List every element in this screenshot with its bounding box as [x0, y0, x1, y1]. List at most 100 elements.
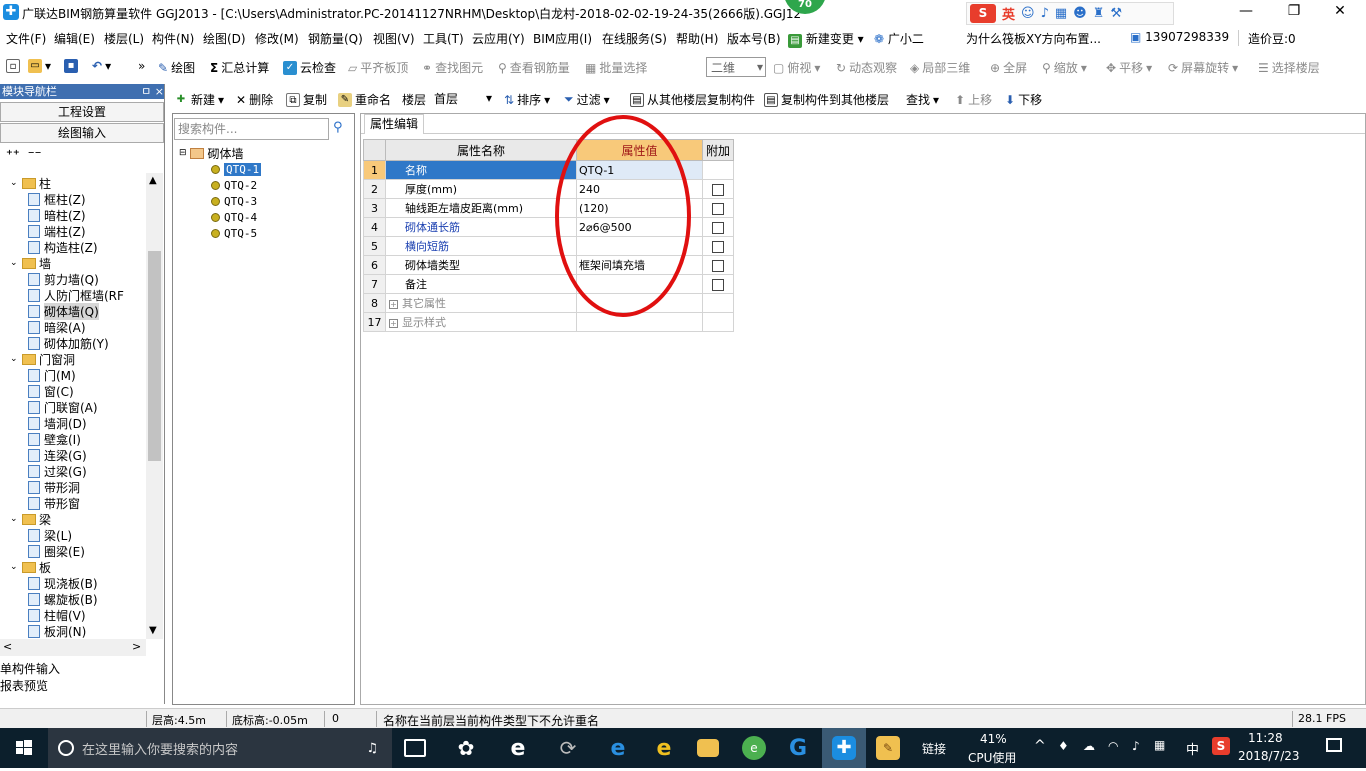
nav-tree-item[interactable]: 梁(L)	[28, 527, 72, 543]
nav-tree-item[interactable]: 门联窗(A)	[28, 399, 98, 415]
users-icon[interactable]: ☻	[1073, 6, 1087, 21]
component-item[interactable]: QTQ-2	[211, 177, 257, 193]
nav-tree-item[interactable]: 窗(C)	[28, 383, 74, 399]
copy-button[interactable]: ⧉ 复制	[286, 91, 327, 108]
ie-browser-icon[interactable]: e	[506, 736, 530, 761]
close-button[interactable]: ✕	[1320, 2, 1360, 22]
cloud-check-button[interactable]: ✓ 云检查	[283, 59, 336, 76]
link-label[interactable]: 链接	[922, 740, 946, 757]
notepad-icon[interactable]: ✎	[876, 736, 900, 760]
volume-icon[interactable]: ♪	[1132, 739, 1140, 753]
floor-select[interactable]: 首层 ▾	[432, 89, 492, 107]
property-name-cell[interactable]: 名称	[385, 160, 577, 180]
property-name-cell[interactable]: 备注	[385, 274, 577, 294]
sogou-tray-icon[interactable]: S	[1212, 737, 1230, 755]
nav-tree-item[interactable]: 壁龛(I)	[28, 431, 81, 447]
nav-tree-item[interactable]: 构造柱(Z)	[28, 239, 98, 255]
nav-tree-item[interactable]: 砌体加筋(Y)	[28, 335, 109, 351]
clock-date[interactable]: 2018/7/23	[1238, 749, 1300, 763]
batch-select-button[interactable]: ▦ 批量选择	[585, 59, 647, 76]
clock-time[interactable]: 11:28	[1248, 731, 1283, 745]
open-folder-icon[interactable]: ▭ ▾	[28, 59, 51, 73]
copy-to-floor-button[interactable]: ▤ 复制构件到其他楼层	[764, 91, 889, 108]
menu-online[interactable]: 在线服务(S)	[602, 30, 667, 47]
property-name-cell[interactable]: 砌体墙类型	[385, 255, 577, 275]
nav-tree-item[interactable]: 圈梁(E)	[28, 543, 85, 559]
nav-tree-item[interactable]: 门(M)	[28, 367, 76, 383]
extra-checkbox[interactable]	[712, 240, 724, 253]
nav-folder-item[interactable]: ⌄ 梁	[10, 511, 51, 527]
dynamic-view-button[interactable]: ↻ 动态观察	[836, 59, 897, 76]
nav-tree-item[interactable]: 现浇板(B)	[28, 575, 98, 591]
sogou-logo-icon[interactable]: S	[970, 4, 996, 23]
overflow-chevron-icon[interactable]: »	[138, 59, 145, 73]
spiral-app-icon[interactable]: ⟳	[556, 736, 580, 760]
menu-floor[interactable]: 楼层(L)	[104, 30, 144, 47]
menu-component[interactable]: 构件(N)	[152, 30, 194, 47]
nav-folder-item[interactable]: ⌄ 板	[10, 559, 51, 575]
rename-button[interactable]: ✎ 重命名	[338, 91, 391, 108]
local-3d-button[interactable]: ◈ 局部三维	[910, 59, 970, 76]
menu-help[interactable]: 帮助(H)	[676, 30, 718, 47]
nav-tree-item[interactable]: 柱帽(V)	[28, 607, 86, 623]
action-center-icon[interactable]	[1326, 738, 1342, 752]
component-item[interactable]: QTQ-4	[211, 209, 257, 225]
save-icon[interactable]: ▪	[64, 59, 78, 73]
menu-cloud[interactable]: 云应用(Y)	[472, 30, 525, 47]
move-down-button[interactable]: ⬇ 下移	[1005, 91, 1042, 108]
menu-rebar-quantity[interactable]: 钢筋量(Q)	[308, 30, 363, 47]
extra-checkbox[interactable]	[712, 183, 724, 196]
undo-icon[interactable]: ↶ ▾	[92, 59, 111, 73]
keyboard-icon[interactable]: ▦	[1055, 6, 1067, 21]
microphone-icon[interactable]: ♪	[1041, 6, 1049, 21]
ime-toolbar[interactable]: S 英 ☺ ♪ ▦ ☻ ♜ ⚒	[966, 2, 1174, 25]
ime-indicator[interactable]: 中	[1186, 739, 1199, 758]
expand-toggle-icon[interactable]: ⌄	[10, 562, 19, 572]
expand-toggle-icon[interactable]: ⌄	[10, 178, 19, 188]
cost-bean-balance[interactable]: 造价豆:0	[1248, 30, 1296, 47]
single-component-input-button[interactable]: 单构件输入	[0, 660, 165, 677]
fullscreen-button[interactable]: ⊕ 全屏	[990, 59, 1027, 76]
sort-button[interactable]: ⇅ 排序 ▾	[504, 91, 550, 108]
user-account[interactable]: ▣ 13907298339	[1130, 30, 1229, 44]
smiley-icon[interactable]: ☺	[1021, 6, 1035, 21]
glodon-ggj-taskbar-active[interactable]: ✚	[822, 728, 866, 768]
new-component-button[interactable]: ✚ 新建 ▾	[174, 91, 224, 108]
ime-mode-toggle[interactable]: 英	[1002, 4, 1015, 23]
property-name-cell[interactable]: + 显示样式	[385, 312, 577, 332]
nav-tree-item[interactable]: 暗柱(Z)	[28, 207, 86, 223]
menu-file[interactable]: 文件(F)	[6, 30, 46, 47]
expand-all-icon[interactable]: ⁺⁺	[6, 148, 20, 163]
property-name-cell[interactable]: 横向短筋	[385, 236, 577, 256]
filter-button[interactable]: ⏷ 过滤 ▾	[564, 91, 610, 108]
expand-toggle-icon[interactable]: ⌄	[10, 258, 19, 268]
nav-folder-item[interactable]: ⌄ 柱	[10, 175, 51, 191]
nav-tree-item[interactable]: 带形窗	[28, 495, 80, 511]
nav-tree-item[interactable]: 板洞(N)	[28, 623, 86, 639]
maximize-button[interactable]: ❐	[1274, 2, 1314, 22]
property-name-cell[interactable]: 轴线距左墙皮距离(mm)	[385, 198, 577, 218]
extra-checkbox[interactable]	[712, 221, 724, 234]
draw-input-button[interactable]: 绘图输入	[0, 123, 164, 143]
onedrive-icon[interactable]: ☁	[1083, 739, 1095, 753]
new-file-icon[interactable]: ▫	[6, 59, 20, 73]
nav-tree-item[interactable]: 人防门框墙(RF	[28, 287, 124, 303]
ie-icon[interactable]: e	[652, 736, 676, 761]
zoom-button[interactable]: ⚲ 缩放 ▾	[1042, 59, 1087, 76]
nav-tree-item[interactable]: 暗梁(A)	[28, 319, 86, 335]
extra-checkbox[interactable]	[712, 202, 724, 215]
nav-tree-item[interactable]: 砌体墙(Q)	[28, 302, 99, 320]
menu-version[interactable]: 版本号(B)	[727, 30, 781, 47]
wifi-icon[interactable]: ◠	[1108, 739, 1118, 753]
component-root[interactable]: ⊟ 砌体墙	[179, 145, 244, 161]
nav-tree-item[interactable]: 过梁(G)	[28, 463, 87, 479]
find-button[interactable]: 查找 ▾	[906, 91, 939, 108]
expand-toggle-icon[interactable]: ⌄	[10, 514, 19, 524]
report-preview-button[interactable]: 报表预览	[0, 677, 165, 694]
sum-calc-button[interactable]: Σ 汇总计算	[210, 59, 269, 76]
scroll-thumb[interactable]	[148, 251, 161, 461]
extra-checkbox[interactable]	[712, 278, 724, 291]
property-name-cell[interactable]: 厚度(mm)	[385, 179, 577, 199]
property-name-cell[interactable]: 砌体通长筋	[385, 217, 577, 237]
nav-tree-item[interactable]: 剪力墙(Q)	[28, 271, 99, 287]
